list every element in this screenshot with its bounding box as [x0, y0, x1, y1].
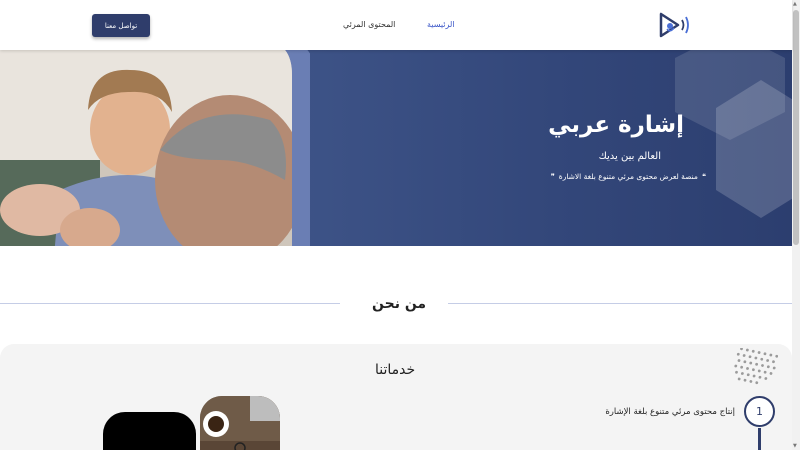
- quote-close-icon: ❝: [701, 172, 706, 181]
- contact-us-button[interactable]: تواصل معنا: [92, 14, 150, 37]
- quote-open-icon: ❞: [550, 172, 555, 181]
- dot-pattern-decoration: [734, 348, 778, 385]
- video-thumbnail-card[interactable]: [103, 412, 196, 450]
- hexagon-decoration: [716, 80, 792, 218]
- page-scrollbar[interactable]: ▲ ▼: [792, 0, 800, 450]
- site-header: تواصل معنا المحتوى المرئي الرئيسية: [0, 0, 792, 50]
- divider-line: [448, 303, 792, 304]
- step-connector-line: [758, 428, 761, 450]
- desk-coffee-photo: [200, 396, 280, 450]
- services-title: خدماتنا: [375, 362, 416, 378]
- services-section: خدماتنا 1 إنتاج محتوى مرئي متنوع بلغة ال…: [0, 344, 792, 450]
- hero-banner: إشارة عربي العالم بين يديك ❞ منصة لعرض م…: [0, 50, 792, 246]
- scrollbar-thumb[interactable]: [793, 10, 799, 245]
- scroll-up-arrow-icon[interactable]: ▲: [793, 1, 797, 7]
- about-section-title: من نحن: [372, 296, 427, 312]
- father-son-sign-language-photo: [0, 50, 310, 246]
- hero-description: ❞ منصة لعرض محتوى مرئي متنوع بلغة الاشار…: [551, 172, 706, 181]
- hero-subtitle: العالم بين يديك: [598, 151, 661, 162]
- service-step-text: إنتاج محتوى مرئي متنوع بلغة الإشارة: [605, 407, 735, 417]
- play-sign-logo-icon[interactable]: [658, 11, 692, 39]
- service-step-number: 1: [744, 396, 775, 427]
- divider-line: [0, 303, 340, 304]
- nav-link-visual-content[interactable]: المحتوى المرئي: [343, 20, 395, 29]
- nav-link-home[interactable]: الرئيسية: [427, 20, 455, 29]
- scroll-down-arrow-icon[interactable]: ▼: [793, 443, 797, 449]
- hero-description-text: منصة لعرض محتوى مرئي متنوع بلغة الاشارة: [558, 172, 698, 181]
- hero-title: إشارة عربي: [548, 112, 684, 138]
